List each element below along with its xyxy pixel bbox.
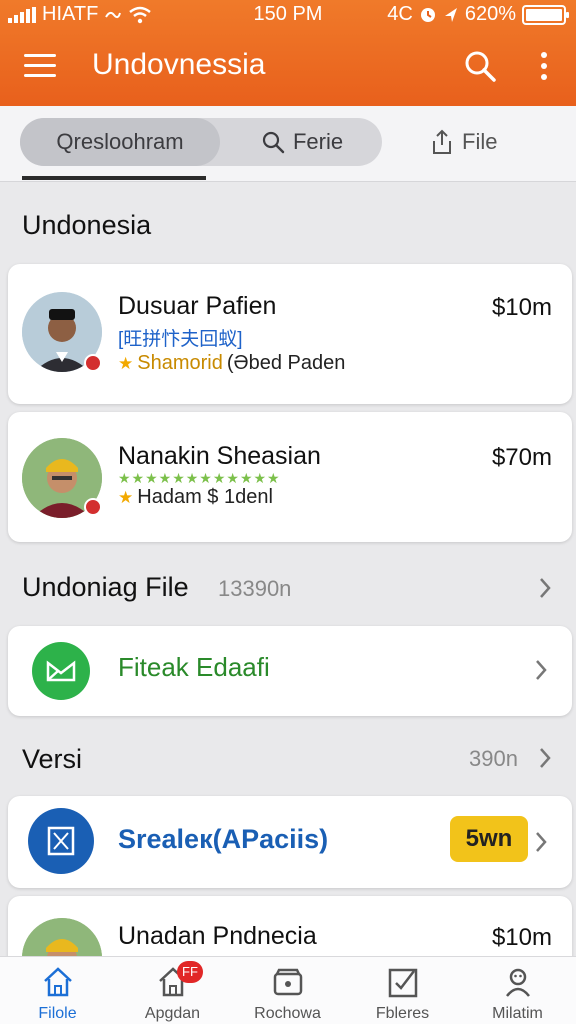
- location-icon: [444, 7, 457, 22]
- item-name: Unadan Pndnecia: [118, 922, 317, 950]
- nav-item-milatim[interactable]: Milatim: [460, 957, 576, 1024]
- mail-icon: [32, 642, 90, 700]
- item-meta-highlight: Shamorid: [137, 352, 223, 374]
- tab-strip: Qresloohram Ferie File: [0, 106, 576, 182]
- tab-file[interactable]: File: [430, 118, 497, 166]
- nav-label: Milatim: [492, 1005, 543, 1022]
- nav-label: Fbleres: [375, 1005, 430, 1022]
- star-icon: ★: [118, 487, 134, 507]
- app-title: Undovnessia: [92, 48, 266, 81]
- nav-item-apgdan[interactable]: FF Apgdan: [115, 957, 230, 1024]
- nav-item-filole[interactable]: Filole: [0, 957, 115, 1024]
- rating-stars: ★★★★★★★★★★★★: [118, 470, 281, 486]
- notification-badge: FF: [177, 961, 203, 983]
- item-meta: ★ Shamorid (Əbed Paden: [118, 352, 345, 375]
- chevron-right-icon: [536, 832, 547, 852]
- app-bar: Undovnessia: [0, 36, 576, 96]
- nav-label: Rochowa: [254, 1005, 321, 1022]
- search-icon: [262, 131, 285, 154]
- top-app-bar: HIATF 150 PM 4C 620% Undovnessia: [0, 0, 576, 106]
- section-title-file: Undoniag File: [22, 572, 189, 602]
- more-options-icon[interactable]: [530, 50, 558, 82]
- list-item[interactable]: Nanakin Sheasian $70m ★★★★★★★★★★★★ ★ Had…: [8, 412, 572, 542]
- chevron-right-icon[interactable]: [538, 576, 552, 600]
- item-meta-text: Hadam $ 1denl: [137, 486, 273, 508]
- tab-search-label: Ferie: [292, 129, 344, 154]
- chevron-right-icon[interactable]: [538, 746, 552, 770]
- item-price: $10m: [491, 294, 552, 321]
- verified-badge-icon: [84, 498, 102, 516]
- item-subtitle: [旺拼忭夫回蚁]: [118, 329, 243, 350]
- item-meta-text: (Əbed Paden: [226, 352, 346, 374]
- verified-badge-icon: [84, 354, 102, 372]
- item-price: $70m: [491, 444, 552, 471]
- checkbox-icon: [388, 968, 418, 998]
- share-icon: [433, 129, 451, 154]
- profile-icon: [506, 968, 530, 997]
- active-tab-indicator: [22, 176, 206, 180]
- tab-file-label: File: [462, 129, 498, 154]
- status-indicator-text: 4C: [387, 3, 413, 25]
- alarm-icon: [420, 7, 435, 22]
- tab-search[interactable]: Ferie: [222, 118, 382, 166]
- menu-icon[interactable]: [24, 54, 56, 78]
- section-versi-count: 390n: [469, 746, 518, 771]
- item-name: Dusuar Pafien: [118, 292, 277, 320]
- nav-item-rochowa[interactable]: Rochowa: [230, 957, 345, 1024]
- home-icon: [44, 967, 72, 997]
- tab-active[interactable]: Qresloohram: [20, 118, 220, 166]
- battery-percent: 620%: [464, 3, 516, 25]
- bottom-nav: Filole FF Apgdan Rochowa Fbleres Milatim: [0, 956, 576, 1024]
- item-meta: ★ Hadam $ 1denl: [118, 486, 273, 509]
- battery-icon: [522, 4, 569, 25]
- file-row-label: Fiteak Edaafi: [118, 652, 270, 682]
- nav-label: Apgdan: [144, 1005, 201, 1022]
- item-price: $10m: [491, 924, 552, 951]
- status-bar: HIATF 150 PM 4C 620%: [0, 0, 576, 30]
- wallet-icon: [273, 968, 303, 996]
- section-title-versi: Versi: [22, 744, 83, 774]
- nav-label: Filole: [38, 1005, 77, 1022]
- chevron-right-icon: [536, 660, 547, 680]
- versi-row[interactable]: Srealeк(APaciis) 5wn: [8, 796, 572, 888]
- nav-item-fbleres[interactable]: Fbleres: [345, 957, 460, 1024]
- file-row[interactable]: Fiteak Edaafi: [8, 626, 572, 716]
- section-title-undonesia: Undonesia: [22, 210, 152, 240]
- star-icon: ★: [118, 353, 134, 373]
- search-icon[interactable]: [462, 48, 498, 84]
- section-file-count: 13390n: [218, 576, 292, 601]
- versi-row-label: Srealeк(APaciis): [118, 824, 329, 854]
- versi-badge[interactable]: 5wn: [450, 816, 528, 862]
- document-icon: [28, 808, 94, 874]
- status-right: 4C 620%: [387, 3, 569, 26]
- list-item[interactable]: Dusuar Pafien $10m [旺拼忭夫回蚁] ★ Shamorid (…: [8, 264, 572, 404]
- item-name: Nanakin Sheasian: [118, 442, 321, 470]
